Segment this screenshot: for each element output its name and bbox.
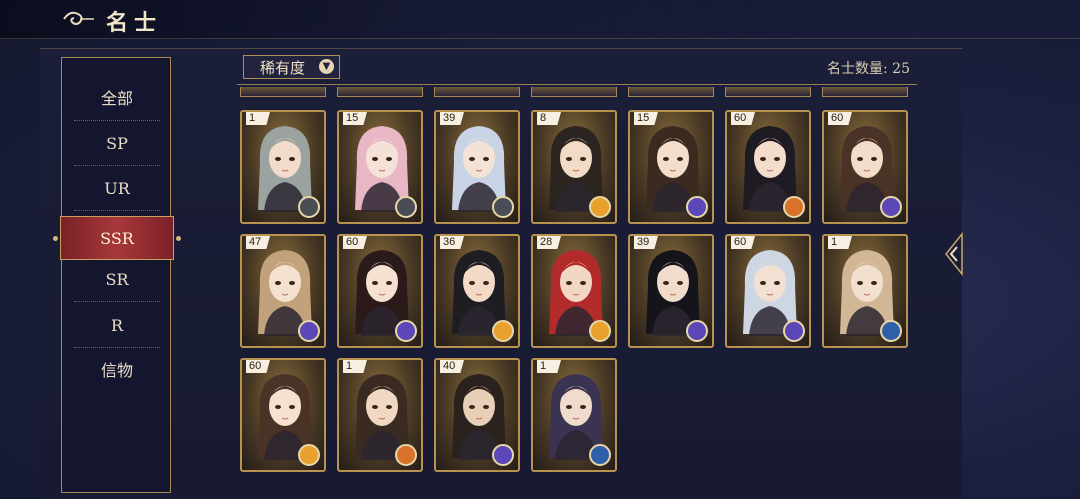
element-orb-icon (492, 320, 514, 342)
hero-card[interactable]: 40 (434, 358, 520, 472)
sidebar-item-token[interactable]: 信物 (74, 349, 160, 393)
level-badge: 28 (537, 236, 561, 249)
level-badge: 60 (731, 112, 755, 125)
element-orb-icon (492, 444, 514, 466)
hero-card[interactable]: 60 (337, 234, 423, 348)
element-orb-icon (395, 444, 417, 466)
element-orb-icon (686, 320, 708, 342)
rarity-sidebar: 全部 SP UR SSR SR R 信物 (53, 57, 181, 493)
level-badge: 60 (343, 236, 367, 249)
sidebar-item-sp[interactable]: SP (74, 122, 160, 166)
level-badge: 15 (634, 112, 658, 125)
element-orb-icon (589, 196, 611, 218)
hero-card[interactable]: 28 (531, 234, 617, 348)
card-partial[interactable] (531, 87, 617, 97)
hero-card[interactable]: 15 (337, 110, 423, 224)
hero-card[interactable]: 36 (434, 234, 520, 348)
hero-card[interactable]: 60 (725, 234, 811, 348)
hero-card[interactable]: 60 (240, 358, 326, 472)
hero-card[interactable]: 1 (531, 358, 617, 472)
chevron-down-icon: ▼ (319, 59, 334, 74)
hero-card[interactable]: 39 (628, 234, 714, 348)
element-orb-icon (298, 444, 320, 466)
card-partial[interactable] (628, 87, 714, 97)
level-badge: 8 (537, 112, 561, 125)
level-badge: 1 (343, 360, 367, 373)
hero-card[interactable]: 15 (628, 110, 714, 224)
hero-card[interactable]: 1 (822, 234, 908, 348)
divider (74, 120, 160, 121)
hero-card[interactable]: 60 (725, 110, 811, 224)
level-badge: 1 (828, 236, 852, 249)
page-title: 名士 (106, 10, 163, 36)
hero-card[interactable]: 60 (822, 110, 908, 224)
hero-card[interactable]: 39 (434, 110, 520, 224)
element-orb-icon (395, 196, 417, 218)
level-badge: 39 (634, 236, 658, 249)
hero-card[interactable]: 1 (240, 110, 326, 224)
hero-count: 名士数量: 25 (827, 61, 910, 77)
divider (74, 301, 160, 302)
sidebar-item-sr[interactable]: SR (74, 258, 160, 302)
sidebar-item-r[interactable]: R (74, 304, 160, 348)
element-orb-icon (298, 196, 320, 218)
sidebar-item-label: R (110, 316, 124, 335)
divider (74, 210, 160, 211)
element-orb-icon (783, 196, 805, 218)
hero-card[interactable]: 8 (531, 110, 617, 224)
card-partial[interactable] (434, 87, 520, 97)
side-expand-tab[interactable] (942, 231, 968, 277)
divider (74, 347, 160, 348)
level-badge: 60 (828, 112, 852, 125)
divider (237, 84, 917, 85)
element-orb-icon (880, 196, 902, 218)
hero-card[interactable]: 47 (240, 234, 326, 348)
level-badge: 47 (246, 236, 270, 249)
element-orb-icon (395, 320, 417, 342)
level-badge: 60 (731, 236, 755, 249)
sidebar-item-label: 全部 (100, 89, 133, 108)
element-orb-icon (298, 320, 320, 342)
sidebar-item-label: SR (105, 270, 129, 289)
level-badge: 60 (246, 360, 270, 373)
card-partial[interactable] (822, 87, 908, 97)
level-badge: 1 (246, 112, 270, 125)
sidebar-item-ssr[interactable]: SSR (53, 216, 181, 260)
card-partial[interactable] (240, 87, 326, 97)
card-partial[interactable] (725, 87, 811, 97)
sort-label: 稀有度 (260, 59, 306, 77)
divider (74, 165, 160, 166)
sidebar-item-all[interactable]: 全部 (74, 77, 160, 121)
element-orb-icon (880, 320, 902, 342)
chevron-left-icon (945, 231, 963, 277)
sidebar-item-label: SSR (100, 229, 134, 248)
card-partial[interactable] (337, 87, 423, 97)
back-button[interactable] (60, 8, 96, 30)
hero-card[interactable]: 1 (337, 358, 423, 472)
element-orb-icon (589, 444, 611, 466)
level-badge: 15 (343, 112, 367, 125)
sidebar-item-label: 信物 (100, 361, 133, 380)
element-orb-icon (589, 320, 611, 342)
level-badge: 36 (440, 236, 464, 249)
level-badge: 40 (440, 360, 464, 373)
top-bar: 名士 (0, 0, 1080, 39)
level-badge: 39 (440, 112, 464, 125)
sort-dropdown[interactable]: 稀有度 ▼ (243, 55, 340, 79)
level-badge: 1 (537, 360, 561, 373)
sidebar-item-label: UR (104, 179, 130, 198)
swirl-back-icon (63, 11, 94, 25)
element-orb-icon (783, 320, 805, 342)
sidebar-item-label: SP (106, 134, 128, 153)
sidebar-item-ur[interactable]: UR (74, 167, 160, 211)
element-orb-icon (686, 196, 708, 218)
element-orb-icon (492, 196, 514, 218)
